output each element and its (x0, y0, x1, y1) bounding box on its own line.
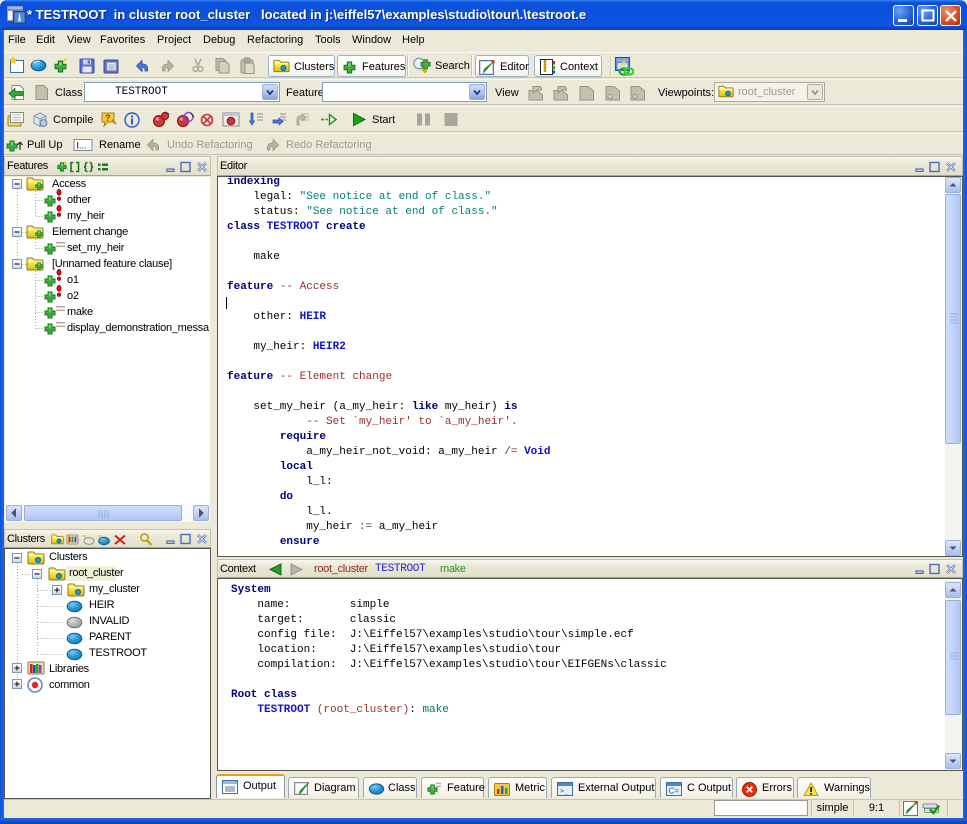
svg-text:>_: >_ (560, 787, 569, 795)
svg-text:?: ? (105, 113, 111, 123)
svg-text:C=: C= (669, 787, 680, 796)
svg-text:I...: I... (77, 141, 87, 151)
